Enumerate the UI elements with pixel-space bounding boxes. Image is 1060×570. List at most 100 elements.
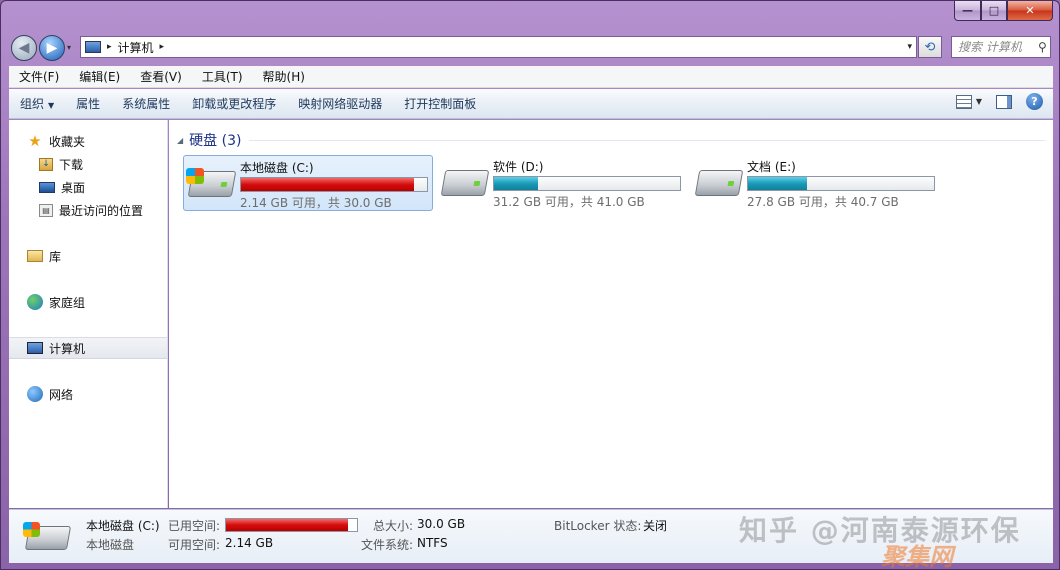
system-properties-button[interactable]: 系统属性 bbox=[111, 95, 181, 112]
drive-name: 本地磁盘 (C:) bbox=[240, 161, 314, 175]
sidebar-item-label: 家庭组 bbox=[49, 295, 86, 310]
collapse-arrow-icon[interactable]: ◢ bbox=[177, 136, 183, 145]
drive-space-info: 27.8 GB 可用，共 40.7 GB bbox=[747, 195, 899, 209]
menu-view[interactable]: 查看(V) bbox=[130, 68, 192, 85]
sidebar-item-label: 库 bbox=[49, 249, 62, 264]
sidebar-item-label: 最近访问的位置 bbox=[59, 203, 144, 218]
breadcrumb-computer[interactable]: 计算机 bbox=[118, 39, 154, 56]
maximize-button[interactable]: □ bbox=[981, 1, 1007, 21]
sidebar-item-homegroup[interactable]: 家庭组 bbox=[9, 291, 167, 313]
desktop-icon bbox=[39, 181, 55, 193]
computer-icon bbox=[27, 342, 43, 354]
watermark-logo-text: 聚集网 bbox=[881, 543, 953, 570]
menu-tools[interactable]: 工具(T) bbox=[192, 68, 253, 85]
drive-name: 文档 (E:) bbox=[747, 160, 796, 174]
forward-button[interactable]: ▶ bbox=[39, 35, 65, 61]
menu-edit[interactable]: 编辑(E) bbox=[69, 68, 130, 85]
drive-name: 软件 (D:) bbox=[493, 160, 544, 174]
details-drive-name: 本地磁盘 (C:) bbox=[86, 519, 160, 533]
sidebar-item-label: 桌面 bbox=[61, 180, 86, 195]
sidebar-item-favorites[interactable]: ★ 收藏夹 bbox=[9, 130, 167, 152]
drive-d[interactable]: 软件 (D:) 31.2 GB 可用，共 41.0 GB bbox=[437, 155, 687, 211]
breadcrumb-separator[interactable]: ▸ bbox=[160, 42, 165, 52]
address-dropdown-icon[interactable]: ▾ bbox=[907, 42, 912, 52]
menu-file[interactable]: 文件(F) bbox=[9, 68, 69, 85]
sidebar-item-label: 下载 bbox=[59, 157, 84, 172]
sidebar-item-desktop[interactable]: 桌面 bbox=[9, 176, 167, 198]
command-bar: 组织 ▼ 属性 系统属性 卸载或更改程序 映射网络驱动器 打开控制面板 ▼ ? bbox=[9, 89, 1053, 119]
drive-usage-fill bbox=[748, 177, 807, 190]
breadcrumb-separator[interactable]: ▸ bbox=[107, 42, 112, 52]
organize-button[interactable]: 组织 ▼ bbox=[9, 95, 65, 112]
help-icon[interactable]: ? bbox=[1026, 93, 1043, 110]
network-icon bbox=[27, 386, 43, 402]
details-usage-bar bbox=[225, 518, 358, 532]
details-free-label: 可用空间: bbox=[168, 538, 221, 552]
hard-drive-icon bbox=[440, 170, 490, 196]
drive-space-info: 31.2 GB 可用，共 41.0 GB bbox=[493, 195, 645, 209]
change-view-icon[interactable] bbox=[955, 94, 972, 109]
drive-usage-fill bbox=[494, 177, 539, 190]
details-usage-fill bbox=[226, 519, 348, 531]
watermark-text: 知乎 @河南泰源环保 bbox=[739, 514, 1021, 547]
drive-usage-fill bbox=[241, 178, 414, 191]
windows-logo-icon bbox=[23, 522, 40, 537]
sidebar-item-label: 网络 bbox=[49, 387, 74, 402]
map-network-drive-button[interactable]: 映射网络驱动器 bbox=[287, 95, 393, 112]
homegroup-icon bbox=[27, 294, 43, 310]
details-total-label: 总大小: bbox=[373, 519, 414, 533]
command-bar-right: ▼ ? bbox=[955, 93, 1043, 110]
sidebar-item-downloads[interactable]: ↓ 下载 bbox=[9, 153, 167, 175]
download-folder-icon: ↓ bbox=[39, 157, 53, 171]
search-icon[interactable]: ⚲ bbox=[1038, 40, 1047, 54]
explorer-window: — □ ✕ ◀ ▶ ▾ ▸ 计算机 ▸ ▾ ⟲ ⚲ 文件(F) 编辑(E) 查看… bbox=[0, 0, 1060, 570]
menu-bar: 文件(F) 编辑(E) 查看(V) 工具(T) 帮助(H) bbox=[9, 66, 1053, 88]
content-pane: ◢ 硬盘 (3) 本地磁盘 (C:) 2.14 GB 可用，共 30.0 GB … bbox=[169, 120, 1053, 508]
drive-usage-bar bbox=[493, 176, 681, 191]
uninstall-program-button[interactable]: 卸载或更改程序 bbox=[181, 95, 287, 112]
open-control-panel-button[interactable]: 打开控制面板 bbox=[393, 95, 487, 112]
library-icon bbox=[27, 250, 43, 262]
sidebar-item-network[interactable]: 网络 bbox=[9, 383, 167, 405]
properties-button[interactable]: 属性 bbox=[65, 95, 111, 112]
address-bar[interactable]: ▸ 计算机 ▸ ▾ bbox=[80, 36, 917, 58]
sidebar-item-recent-places[interactable]: ▤ 最近访问的位置 bbox=[9, 199, 167, 221]
sidebar-item-computer[interactable]: 计算机 bbox=[9, 337, 167, 359]
details-used-label: 已用空间: bbox=[168, 519, 221, 533]
group-divider bbox=[249, 139, 1045, 141]
drive-usage-bar bbox=[240, 177, 428, 192]
recent-pages-button[interactable]: ▾ bbox=[67, 43, 71, 52]
sidebar-item-libraries[interactable]: 库 bbox=[9, 245, 167, 267]
chevron-down-icon: ▼ bbox=[48, 101, 55, 110]
details-filesystem-label: 文件系统: bbox=[361, 538, 414, 552]
details-total-value: 30.0 GB bbox=[417, 517, 466, 531]
windows-logo-icon bbox=[186, 168, 204, 184]
details-filesystem-value: NTFS bbox=[417, 536, 448, 550]
star-icon: ★ bbox=[28, 132, 42, 150]
group-title: 硬盘 (3) bbox=[189, 133, 242, 149]
drive-c[interactable]: 本地磁盘 (C:) 2.14 GB 可用，共 30.0 GB bbox=[183, 155, 433, 211]
group-header-hard-disks[interactable]: ◢ 硬盘 (3) bbox=[177, 130, 1045, 150]
caption-buttons: — □ ✕ bbox=[954, 1, 1053, 21]
refresh-button[interactable]: ⟲ bbox=[918, 36, 942, 58]
navigation-pane: ★ 收藏夹 ↓ 下载 桌面 ▤ 最近访问的位置 库 家庭组 计算机 网络 bbox=[9, 120, 168, 508]
sidebar-item-label: 计算机 bbox=[49, 341, 86, 356]
menu-help[interactable]: 帮助(H) bbox=[253, 68, 315, 85]
hard-drive-icon bbox=[694, 170, 744, 196]
preview-pane-icon[interactable] bbox=[996, 94, 1012, 109]
navigation-row: ◀ ▶ ▾ ▸ 计算机 ▸ ▾ ⟲ ⚲ bbox=[1, 31, 1059, 63]
search-input[interactable] bbox=[958, 40, 1036, 54]
recent-places-icon: ▤ bbox=[39, 203, 53, 217]
details-free-value: 2.14 GB bbox=[225, 536, 274, 550]
drive-usage-bar bbox=[747, 176, 935, 191]
organize-label: 组织 bbox=[20, 97, 45, 111]
details-bitlocker-value: 关闭 bbox=[643, 519, 668, 533]
details-bitlocker-label: BitLocker 状态: bbox=[554, 519, 642, 533]
search-box[interactable]: ⚲ bbox=[951, 36, 1051, 58]
back-button[interactable]: ◀ bbox=[11, 35, 37, 61]
drive-e[interactable]: 文档 (E:) 27.8 GB 可用，共 40.7 GB bbox=[691, 155, 941, 211]
minimize-button[interactable]: — bbox=[954, 1, 981, 21]
close-button[interactable]: ✕ bbox=[1007, 1, 1053, 21]
chevron-down-icon[interactable]: ▼ bbox=[976, 97, 982, 106]
details-drive-type: 本地磁盘 bbox=[86, 538, 135, 552]
